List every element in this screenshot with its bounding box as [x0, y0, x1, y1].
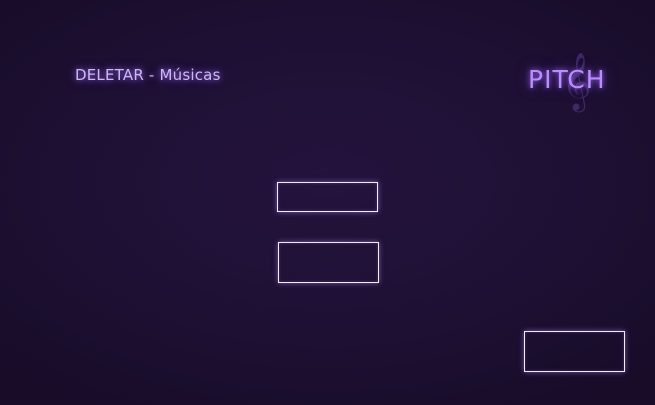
page-title: DELETAR - Músicas — [75, 66, 221, 84]
outlined-button-middle[interactable] — [278, 242, 379, 283]
outlined-button-bottom-right[interactable] — [524, 331, 625, 372]
pitch-logo: 𝄞 PITCH — [526, 48, 626, 114]
delete-songs-screen: DELETAR - Músicas 𝄞 PITCH — [0, 0, 655, 405]
logo-text: PITCH — [528, 65, 606, 94]
outlined-button-top[interactable] — [277, 182, 378, 212]
